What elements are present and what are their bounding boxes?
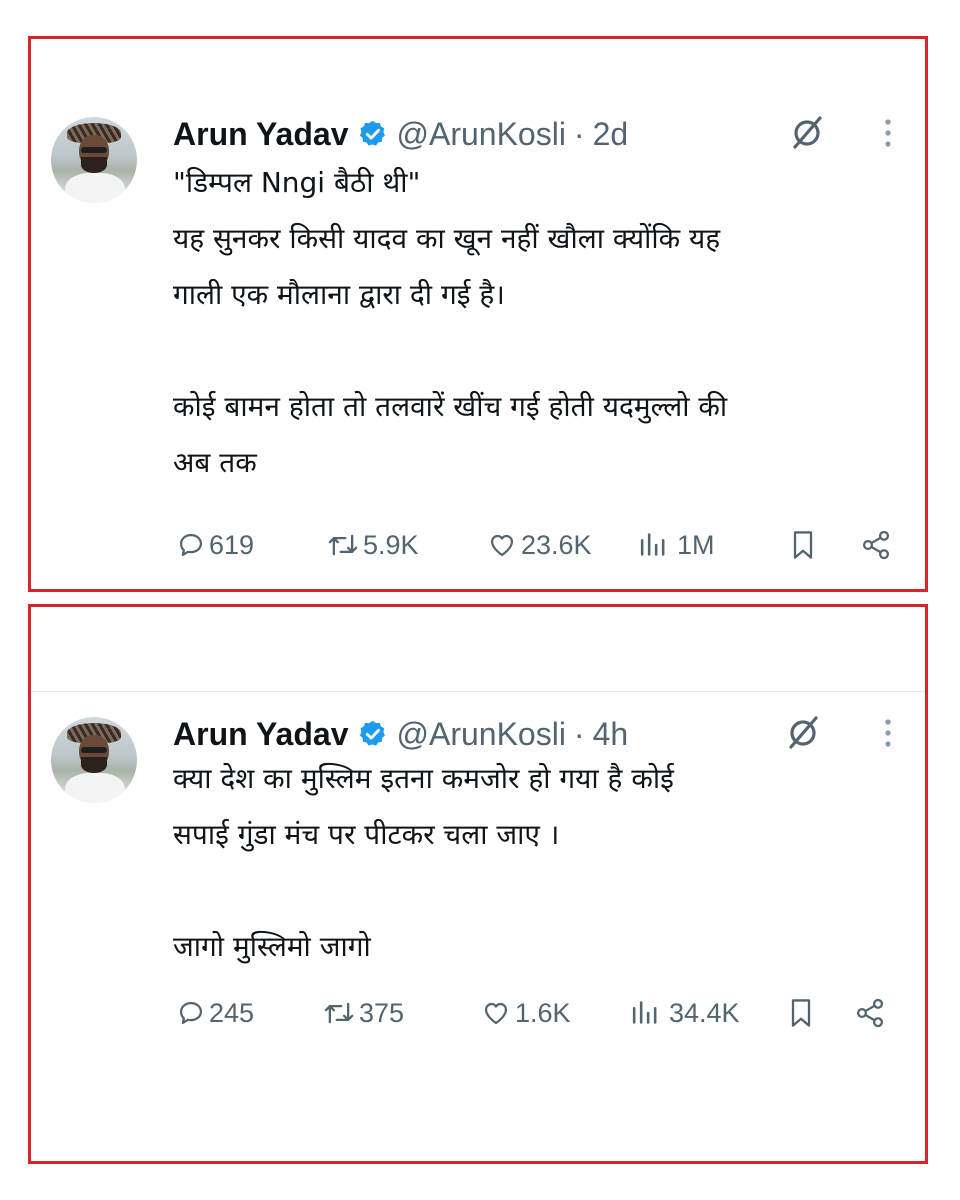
tweet-text-line: जागो मुस्लिमो जागो xyxy=(173,930,371,963)
reply-count: 619 xyxy=(209,529,255,560)
share-button[interactable] xyxy=(859,525,893,565)
tweet-actions: 619 5.9K 23.6K 1M xyxy=(173,525,901,565)
tweet-header: Arun Yadav @ArunKosli · 2d xyxy=(173,111,628,157)
avatar-beard xyxy=(81,757,107,773)
like-icon xyxy=(484,1002,508,1025)
header-separator: · xyxy=(573,715,585,752)
tweet-text-line: सपाई गुंडा मंच पर पीटकर चला जाए । xyxy=(173,818,560,851)
tweet-text-line: गाली एक मौलाना द्वारा दी गई है। xyxy=(173,278,505,311)
repost-icon xyxy=(328,534,358,556)
views-button[interactable]: 1M xyxy=(637,525,715,565)
author-handle[interactable]: @ArunKosli xyxy=(396,716,565,753)
repost-count: 375 xyxy=(359,997,405,1028)
bookmark-button[interactable] xyxy=(787,993,815,1033)
verified-badge-icon xyxy=(360,120,386,146)
top-divider xyxy=(31,691,925,692)
repost-button[interactable]: 375 xyxy=(323,993,404,1033)
verified-badge-icon xyxy=(360,720,386,746)
reply-icon xyxy=(179,1001,203,1025)
views-button[interactable]: 34.4K xyxy=(629,993,740,1033)
bookmark-icon xyxy=(791,999,811,1027)
avatar[interactable] xyxy=(51,717,137,803)
tweet-text-line: यह सुनकर किसी यादव का खून नहीं खौला क्यो… xyxy=(173,222,721,255)
repost-count: 5.9K xyxy=(363,529,419,560)
tweet-text: "डिम्पल Nngi बैठी थी" यह सुनकर किसी यादव… xyxy=(173,155,905,491)
tweet-text-line: अब तक xyxy=(173,446,257,479)
tweet-text: क्या देश का मुस्लिम इतना कमजोर हो गया है… xyxy=(173,751,905,975)
avatar-glasses xyxy=(81,147,107,153)
avatar-body xyxy=(65,173,125,203)
avatar-glasses xyxy=(81,747,107,753)
repost-button[interactable]: 5.9K xyxy=(327,525,419,565)
avatar[interactable] xyxy=(51,117,137,203)
bookmark-button[interactable] xyxy=(789,525,817,565)
like-button[interactable]: 1.6K xyxy=(481,993,571,1033)
tweet-text-line: क्या देश का मुस्लिम इतना कमजोर हो गया है… xyxy=(173,762,674,795)
reply-count: 245 xyxy=(209,997,255,1028)
tweet-actions: 245 375 1.6K 34.4K xyxy=(173,993,901,1033)
share-button[interactable] xyxy=(853,993,887,1033)
tweet-text-line: "डिम्पल Nngi बैठी थी" xyxy=(173,166,421,199)
tweet-screenshot-frame: Arun Yadav @ArunKosli · 2d "डिम्पल Nngi … xyxy=(28,36,928,592)
more-vertical-icon[interactable] xyxy=(879,113,897,153)
tweet-timestamp[interactable]: 2d xyxy=(593,116,629,153)
author-name[interactable]: Arun Yadav xyxy=(173,116,348,153)
author-handle[interactable]: @ArunKosli xyxy=(396,116,565,153)
tweet-timestamp[interactable]: 4h xyxy=(593,716,629,753)
views-icon xyxy=(632,1001,657,1024)
grok-icon[interactable] xyxy=(783,713,823,753)
reply-button[interactable]: 619 xyxy=(177,525,254,565)
avatar-beard xyxy=(81,157,107,173)
share-icon xyxy=(856,998,884,1028)
like-count: 23.6K xyxy=(521,529,592,560)
like-icon xyxy=(490,534,514,557)
like-button[interactable]: 23.6K xyxy=(487,525,592,565)
like-count: 1.6K xyxy=(515,997,571,1028)
repost-icon xyxy=(324,1002,354,1024)
reply-icon xyxy=(179,533,203,557)
author-name[interactable]: Arun Yadav xyxy=(173,716,348,753)
reply-button[interactable]: 245 xyxy=(177,993,254,1033)
share-icon xyxy=(862,530,890,560)
grok-icon[interactable] xyxy=(787,113,827,153)
tweet-screenshot-frame: Arun Yadav @ArunKosli · 4h क्या देश का म… xyxy=(28,604,928,1164)
header-separator: · xyxy=(573,115,585,152)
more-vertical-icon[interactable] xyxy=(879,713,897,753)
avatar-body xyxy=(65,773,125,803)
views-icon xyxy=(640,533,665,556)
tweet-text-line: कोई बामन होता तो तलवारें खींच गई होती यद… xyxy=(173,390,728,423)
bookmark-icon xyxy=(793,531,813,559)
views-count: 34.4K xyxy=(669,997,740,1028)
views-count: 1M xyxy=(677,529,715,560)
